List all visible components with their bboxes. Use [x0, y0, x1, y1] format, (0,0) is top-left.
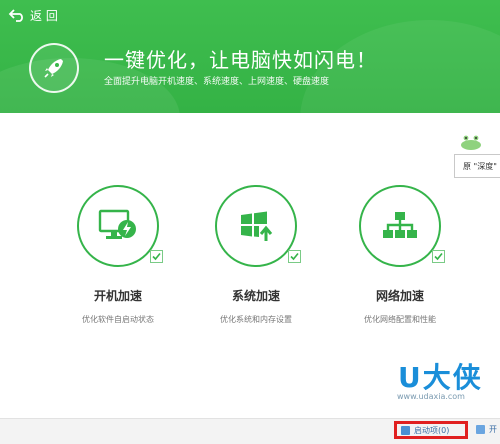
card-title: 网络加速 [375, 289, 424, 303]
card-desc: 优化软件自启动状态 [82, 315, 154, 324]
header-banner: 返 回 一键优化，让电脑快如闪电！ 全面提升电脑开机速度、系统速度、上网速度、硬… [0, 0, 500, 113]
back-label: 返 回 [30, 8, 58, 23]
subline: 全面提升电脑开机速度、系统速度、上网速度、硬盘速度 [104, 77, 330, 87]
system-speedup-checkbox[interactable] [288, 250, 301, 263]
startup-icon [401, 425, 410, 435]
back-button[interactable]: 返 回 [8, 6, 58, 24]
network-icon [383, 212, 417, 238]
side-tip-bubble[interactable]: 原 "深度" [454, 154, 500, 178]
rocket-icon [29, 43, 79, 93]
back-arrow-icon [8, 9, 23, 22]
watermark-url: www.udaxia.com [397, 392, 465, 401]
card-boot-speedup[interactable]: 开机加速 优化软件自启动状态 [48, 185, 188, 325]
open-button[interactable]: 开 [476, 424, 497, 435]
card-desc: 优化网络配置和性能 [364, 315, 436, 324]
boot-speedup-checkbox[interactable] [150, 250, 163, 263]
card-title: 开机加速 [93, 289, 142, 303]
optimizer-window: 返 回 一键优化，让电脑快如闪电！ 全面提升电脑开机速度、系统速度、上网速度、硬… [0, 0, 500, 444]
windows-icon [241, 211, 273, 241]
open-icon [476, 425, 485, 434]
card-network-speedup[interactable]: 网络加速 优化网络配置和性能 [330, 185, 470, 325]
network-speedup-circle[interactable] [359, 185, 445, 267]
card-desc: 优化系统和内存设置 [220, 315, 292, 324]
system-speedup-circle[interactable] [215, 185, 301, 267]
watermark-logo: U大侠 [398, 361, 483, 394]
card-title: 系统加速 [231, 289, 280, 303]
mascot-icon [461, 135, 481, 150]
card-system-speedup[interactable]: 系统加速 优化系统和内存设置 [186, 185, 326, 325]
monitor-bolt-icon [98, 209, 136, 239]
startup-items-button[interactable]: 启动项(0) [394, 421, 468, 439]
open-label: 开 [489, 425, 497, 434]
bottom-bar: 启动项(0) 开 [0, 418, 500, 444]
startup-items-label: 启动项(0) [414, 425, 450, 435]
network-speedup-checkbox[interactable] [432, 250, 445, 263]
headline: 一键优化，让电脑快如闪电！ [104, 48, 377, 72]
boot-speedup-circle[interactable] [77, 185, 163, 267]
